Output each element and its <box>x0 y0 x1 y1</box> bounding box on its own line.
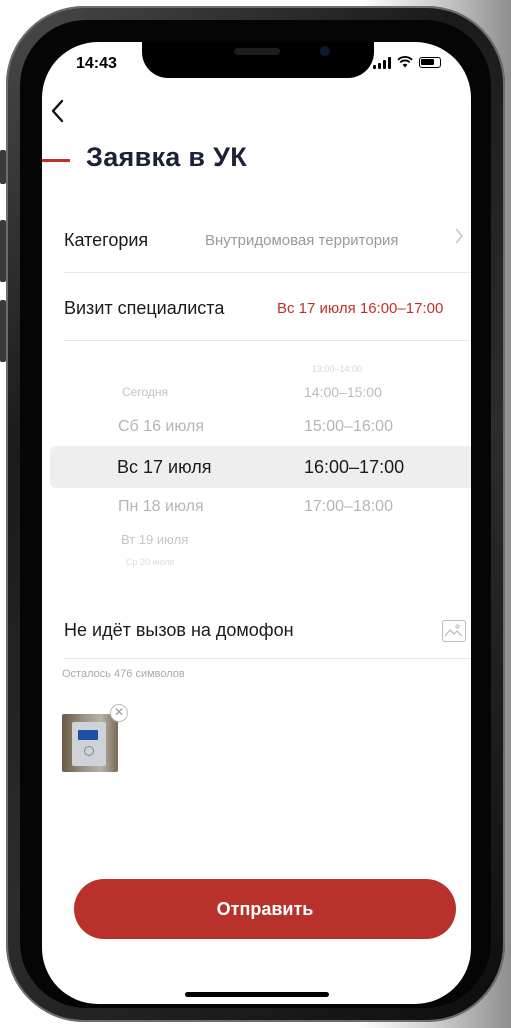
home-indicator[interactable] <box>185 992 329 997</box>
picker-time-item[interactable]: 17:00–18:00 <box>304 498 393 516</box>
intercom-reader-image <box>84 746 94 756</box>
camera <box>320 46 330 56</box>
picker-date-item[interactable]: Сегодня <box>122 385 168 399</box>
status-icons <box>373 56 441 69</box>
picker-date-selected[interactable]: Вс 17 июля <box>117 457 211 478</box>
picker-date-item[interactable]: Ср 20 июля <box>126 557 174 567</box>
visit-label: Визит специалиста <box>64 298 225 318</box>
character-counter: Осталось 476 символов <box>62 668 185 680</box>
picker-date-item[interactable]: Сб 16 июля <box>118 418 204 436</box>
image-icon[interactable] <box>442 620 466 642</box>
mute-switch <box>0 150 6 184</box>
wifi-icon <box>397 56 413 69</box>
picker-date-item[interactable]: Пн 18 июля <box>118 498 204 516</box>
picker-date-item[interactable]: Вт 19 июля <box>121 532 188 547</box>
notch <box>142 42 374 78</box>
intercom-panel-image <box>72 722 106 766</box>
divider <box>64 340 471 341</box>
picker-time-item[interactable]: 14:00–15:00 <box>304 384 382 400</box>
volume-up-button <box>0 220 6 282</box>
submit-button[interactable]: Отправить <box>74 879 456 939</box>
category-value: Внутридомовая территория <box>205 232 399 249</box>
speaker <box>234 48 280 55</box>
chevron-right-icon <box>454 227 464 251</box>
divider <box>64 658 471 659</box>
description-field[interactable]: Не идёт вызов на домофон <box>64 620 294 641</box>
chevron-left-icon <box>51 99 64 123</box>
category-label: Категория <box>64 230 149 250</box>
picker-selection-highlight <box>50 446 471 488</box>
back-button[interactable] <box>50 98 74 126</box>
picker-time-selected[interactable]: 16:00–17:00 <box>304 457 404 478</box>
close-icon: ✕ <box>113 705 125 719</box>
volume-down-button <box>0 300 6 362</box>
title-accent-line <box>42 159 70 162</box>
intercom-display-image <box>78 730 98 740</box>
divider <box>64 272 471 273</box>
picker-time-item[interactable]: 13:00–14:00 <box>312 364 362 374</box>
remove-attachment-button[interactable]: ✕ <box>110 704 128 722</box>
attachment-thumbnail[interactable] <box>62 714 118 772</box>
page-title: Заявка в УК <box>86 142 247 172</box>
visit-value: Вс 17 июля 16:00–17:00 <box>277 300 444 317</box>
signal-icon <box>373 56 391 69</box>
phone-screen: 14:43 Заявка в УК Категория Внутридомова… <box>42 42 471 1004</box>
picker-time-item[interactable]: 15:00–16:00 <box>304 418 393 436</box>
battery-icon <box>419 57 441 68</box>
status-time: 14:43 <box>76 55 117 72</box>
